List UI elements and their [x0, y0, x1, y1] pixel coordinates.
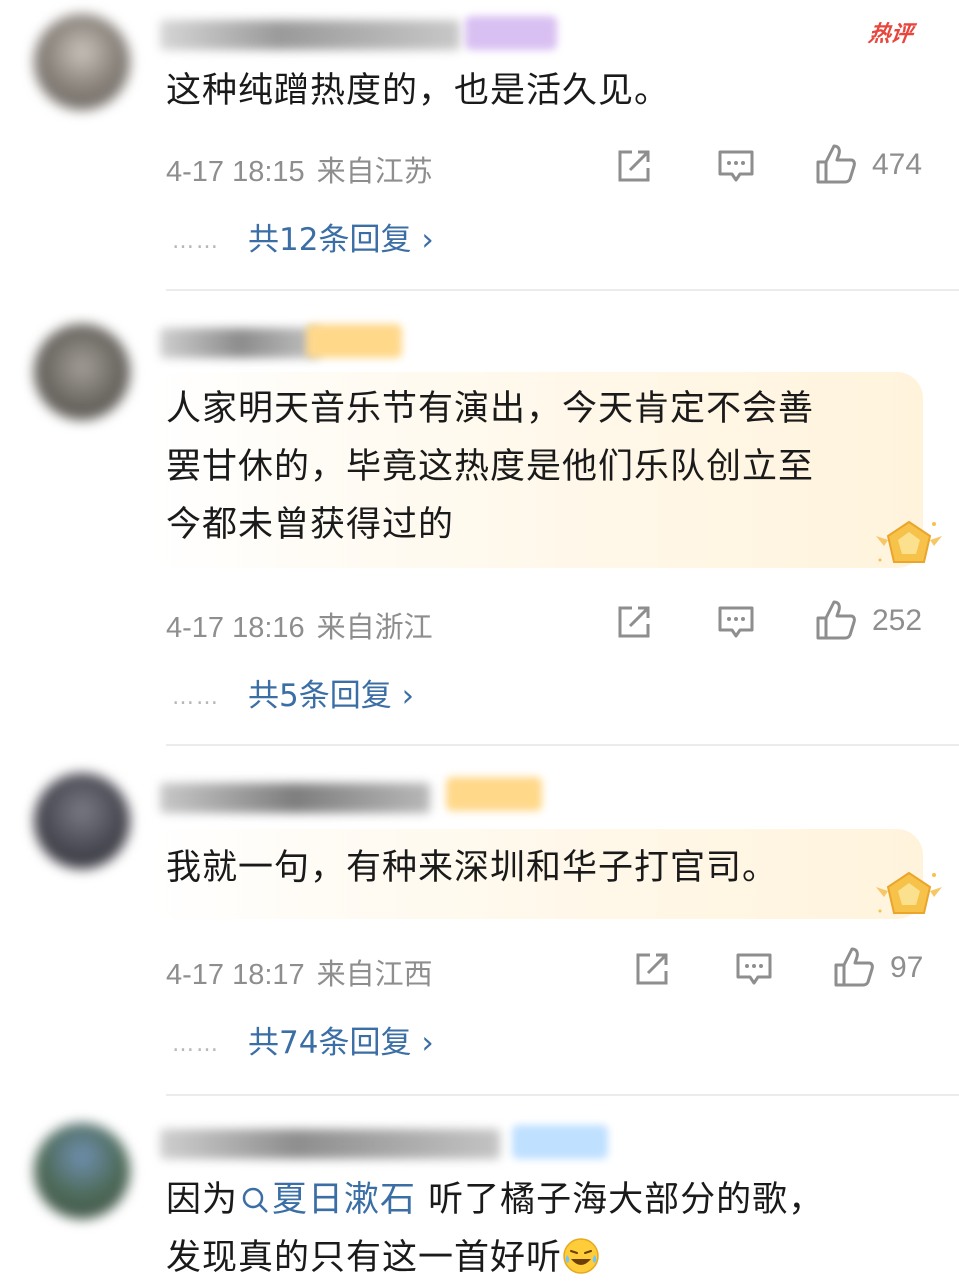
hot-comment-tag: 热评: [866, 22, 915, 47]
comment-3: 我就一句，有种来深圳和华子打官司。 4-17 18:17 来自江西 97 …… 共7…: [0, 745, 959, 1090]
username-blurred[interactable]: [160, 1129, 500, 1159]
gold-medal-icon: [876, 520, 942, 563]
comment-icon[interactable]: [734, 949, 774, 989]
comment-text-line: 今都未曾获得过的: [166, 505, 455, 545]
thumbs-up-icon[interactable]: [814, 142, 858, 186]
like-count: 474: [872, 148, 923, 181]
comment-text-line: 人家明天音乐节有演出，今天肯定不会善: [166, 389, 815, 429]
comment-1: 热评 这种纯蹭热度的，也是活久见。 4-17 18:15 来自江苏 474 …… 共…: [0, 0, 959, 290]
comment-location: 来自江西: [316, 959, 433, 991]
comment-date: 4-17 18:17: [166, 959, 305, 991]
comment-text-line: 我就一句，有种来深圳和华子打官司。: [166, 848, 779, 888]
share-icon[interactable]: [614, 146, 654, 186]
comment-meta: 4-17 18:15 来自江苏: [166, 148, 433, 190]
chevron-right-icon: ›: [421, 1025, 434, 1061]
replies-link[interactable]: …… 共74条回复 ›: [172, 1017, 434, 1062]
comment-text: 人家明天音乐节有演出，今天肯定不会善 罢甘休的，毕竟这热度是他们乐队创立至 今都…: [166, 380, 899, 554]
reply-dots: ……: [172, 1032, 220, 1057]
topic-link[interactable]: 夏日漱石: [238, 1180, 416, 1220]
comment-text-segment: 发现真的只有这一首好听: [166, 1238, 563, 1278]
username-blurred[interactable]: [160, 20, 460, 50]
gold-medal-icon: [876, 871, 942, 914]
comment-meta: 4-17 18:17 来自江西: [166, 951, 433, 993]
comment-date: 4-17 18:15: [166, 156, 305, 188]
comment-text-line: 发现真的只有这一首好听: [166, 1229, 899, 1287]
comment-location: 来自江苏: [316, 156, 433, 188]
comment-text-line: 因为 夏日漱石 听了橘子海大部分的歌，: [166, 1171, 899, 1229]
replies-link[interactable]: …… 共12条回复 ›: [172, 214, 434, 259]
user-badge: [446, 777, 542, 811]
avatar[interactable]: [34, 14, 130, 110]
chevron-right-icon: ›: [421, 222, 434, 258]
share-icon[interactable]: [614, 602, 654, 642]
comment-meta: 4-17 18:16 来自浙江: [166, 604, 433, 646]
username-blurred[interactable]: [160, 328, 320, 358]
laughing-crying-emoji-icon: [563, 1238, 599, 1274]
comment-2: 人家明天音乐节有演出，今天肯定不会善 罢甘休的，毕竟这热度是他们乐队创立至 今都…: [0, 290, 959, 745]
user-badge: [512, 1125, 608, 1159]
like-count: 97: [890, 951, 924, 984]
search-icon: [242, 1187, 268, 1213]
reply-count: 共74条回复: [248, 1025, 412, 1061]
comment-text: 这种纯蹭热度的，也是活久见。: [166, 62, 899, 120]
reply-count: 共12条回复: [248, 222, 412, 258]
share-icon[interactable]: [632, 949, 672, 989]
topic-link-text: 夏日漱石: [272, 1180, 417, 1220]
comment-4: 因为 夏日漱石 听了橘子海大部分的歌， 发现真的只有这一首好听: [0, 1095, 959, 1280]
replies-link[interactable]: …… 共5条回复 ›: [172, 670, 414, 715]
comment-text-line: 罢甘休的，毕竟这热度是他们乐队创立至: [166, 447, 815, 487]
comment-text: 因为 夏日漱石 听了橘子海大部分的歌， 发现真的只有这一首好听: [166, 1171, 899, 1287]
avatar[interactable]: [34, 324, 130, 420]
username-blurred[interactable]: [160, 783, 430, 813]
comment-text-line: 这种纯蹭热度的，也是活久见。: [166, 71, 671, 111]
chevron-right-icon: ›: [401, 678, 414, 714]
comment-location: 来自浙江: [316, 612, 433, 644]
user-badge: [306, 324, 402, 358]
reply-dots: ……: [172, 229, 220, 254]
comment-text: 我就一句，有种来深圳和华子打官司。: [166, 839, 899, 897]
like-count: 252: [872, 604, 923, 637]
comment-icon[interactable]: [716, 602, 756, 642]
reply-dots: ……: [172, 685, 220, 710]
avatar[interactable]: [34, 773, 130, 869]
comment-text-segment: 听了橘子海大部分的歌，: [416, 1180, 825, 1220]
comment-icon[interactable]: [716, 146, 756, 186]
comment-date: 4-17 18:16: [166, 612, 305, 644]
thumbs-up-icon[interactable]: [814, 598, 858, 642]
avatar[interactable]: [34, 1123, 130, 1219]
reply-count: 共5条回复: [248, 678, 392, 714]
user-badge: [465, 16, 557, 50]
comment-text-segment: 因为: [166, 1180, 239, 1220]
thumbs-up-icon[interactable]: [832, 945, 876, 989]
